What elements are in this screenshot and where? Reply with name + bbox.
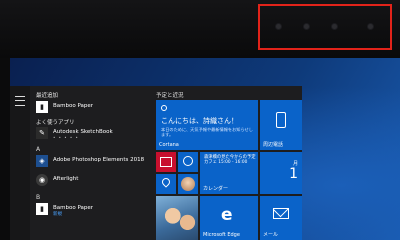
afterlight-icon: ◉: [36, 174, 48, 186]
app-label: Bamboo Paper: [53, 103, 94, 109]
letter-header-a[interactable]: A: [36, 146, 40, 153]
avatar: [181, 177, 195, 191]
mail-icon: [273, 208, 289, 219]
tile-maps[interactable]: [156, 174, 176, 194]
tile-mail[interactable]: メール: [260, 196, 302, 240]
frequent-header: よく使うアプリ: [36, 120, 75, 126]
tile-contact[interactable]: [178, 174, 198, 194]
tile-label: Cortana: [159, 142, 179, 148]
list-item-sketchbook[interactable]: ✎ Autodesk SketchBook • • • • •: [36, 127, 146, 141]
list-item-bamboo-paper-new[interactable]: ▮ Bamboo Paper 新規: [36, 203, 146, 217]
rating-dots: • • • • •: [53, 135, 79, 140]
tile-news[interactable]: [156, 152, 176, 172]
tile-label: メール: [263, 232, 279, 238]
sketchbook-icon: ✎: [36, 127, 48, 139]
agenda-text: 森津橋の見た今からの予定 カフェ 15:00 - 16:00: [204, 155, 256, 166]
new-badge: 新規: [53, 212, 62, 217]
cortana-text: 本日のために、天気予報や最新情報をお知らせします。: [161, 127, 253, 137]
calendar-date: 1: [289, 166, 298, 182]
tile-calendar-agenda[interactable]: 森津橋の見た今からの予定 カフェ 15:00 - 16:00 カレンダー: [200, 152, 258, 194]
news-icon: [160, 157, 172, 167]
tile-edge[interactable]: e Microsoft Edge: [200, 196, 258, 240]
tile-label: カレンダー: [203, 186, 229, 192]
app-list: 最近追加 ▮ Bamboo Paper よく使うアプリ ✎ Autodesk S…: [30, 86, 148, 240]
edge-icon: e: [221, 205, 233, 225]
light-sensor-icon: [368, 24, 373, 29]
bamboo-paper-icon: ▮: [36, 101, 48, 113]
recent-header: 最近追加: [36, 93, 59, 99]
tile-people[interactable]: [178, 152, 198, 172]
map-pin-icon: [160, 176, 172, 188]
app-label: Afterlight: [53, 176, 79, 182]
top-bezel: [0, 0, 400, 58]
list-item-photoshop-elements[interactable]: ◈ Adobe Photoshop Elements 2018: [36, 155, 146, 169]
camera-highlight-box: [258, 4, 392, 50]
tile-calendar-date[interactable]: 月 1: [260, 152, 302, 194]
bamboo-paper-icon: ▮: [36, 203, 48, 215]
laptop: 最近追加 ▮ Bamboo Paper よく使うアプリ ✎ Autodesk S…: [0, 0, 400, 240]
cortana-icon: [161, 105, 167, 111]
tile-label: Microsoft Edge: [203, 232, 240, 238]
start-menu: 最近追加 ▮ Bamboo Paper よく使うアプリ ✎ Autodesk S…: [10, 86, 302, 240]
tile-phone[interactable]: 周辺電話: [260, 100, 302, 150]
tile-label: 周辺電話: [263, 142, 284, 148]
cortana-greeting: こんにちは、詩織さん！: [161, 117, 238, 125]
photoshop-elements-icon: ◈: [36, 155, 48, 167]
tile-photos[interactable]: [156, 196, 198, 240]
camera-lens-icon: [304, 24, 309, 29]
people-icon: [183, 156, 193, 166]
list-item-afterlight[interactable]: ◉ Afterlight: [36, 174, 146, 188]
list-item-bamboo-paper[interactable]: ▮ Bamboo Paper: [36, 101, 146, 115]
ir-emitter-icon: [332, 24, 337, 29]
phone-icon: [276, 112, 286, 128]
letter-header-b[interactable]: B: [36, 194, 40, 201]
tiles-group-header: 予定と近況: [156, 93, 184, 99]
hamburger-menu-icon[interactable]: [15, 96, 25, 106]
ir-sensor-icon: [276, 24, 281, 29]
app-label: Adobe Photoshop Elements 2018: [53, 157, 145, 163]
start-rail: [10, 86, 30, 240]
screen: 最近追加 ▮ Bamboo Paper よく使うアプリ ✎ Autodesk S…: [10, 58, 400, 240]
tile-cortana[interactable]: こんにちは、詩織さん！ 本日のために、天気予報や最新情報をお知らせします。 Co…: [156, 100, 258, 150]
